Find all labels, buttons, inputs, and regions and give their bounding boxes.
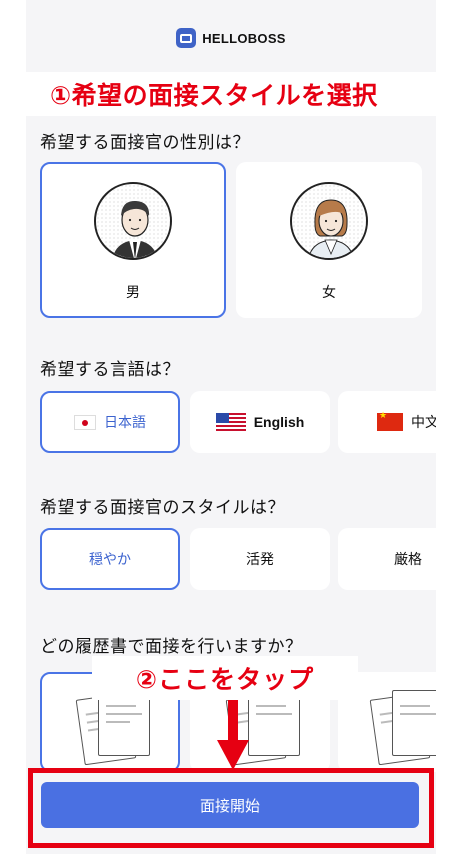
annotation-arrow-shaft [228,700,238,744]
app-header: HELLOBOSS [26,0,436,80]
jp-flag-icon [74,414,96,430]
female-avatar-icon [290,182,368,260]
gender-option-label: 男 [126,285,140,301]
style-option-active[interactable]: 活発 [190,528,330,590]
app-logo: HELLOBOSS [176,28,286,48]
language-option-label: 中文 [411,415,436,431]
annotation-highlight-box [28,768,434,848]
us-flag-icon [215,413,246,431]
cn-flag-icon [377,411,403,431]
language-option-label: English [253,414,305,430]
style-option-label: 厳格 [394,552,422,568]
annotation-step1: ①希望の面接スタイルを選択 [22,72,440,116]
question-language: 希望する言語は？ [40,360,180,380]
style-option-calm[interactable]: 穏やか [40,528,180,590]
down-arrow-icon [217,740,249,770]
language-option-english[interactable]: English [190,391,330,453]
question-resume: どの履歴書で面接を行いますか？ [40,637,303,657]
helloboss-logo-icon [176,28,197,48]
language-option-japanese[interactable]: 日本語 [40,391,180,453]
gender-option-male[interactable]: 男 [40,162,226,318]
language-option-chinese[interactable]: 中文 [338,391,436,453]
logo-text: HELLOBOSS [202,30,286,46]
style-option-strict[interactable]: 厳格 [338,528,436,590]
gender-option-female[interactable]: 女 [236,162,422,318]
resume-document-icon [392,690,436,756]
style-option-label: 穏やか [89,552,131,568]
annotation-step2: ②ここをタップ [92,656,358,700]
question-gender: 希望する面接官の性別は？ [40,133,250,153]
gender-option-label: 女 [322,285,336,301]
male-avatar-icon [94,182,172,260]
question-style: 希望する面接官のスタイルは？ [40,498,285,518]
style-option-label: 活発 [246,552,274,568]
language-option-label: 日本語 [104,415,146,431]
